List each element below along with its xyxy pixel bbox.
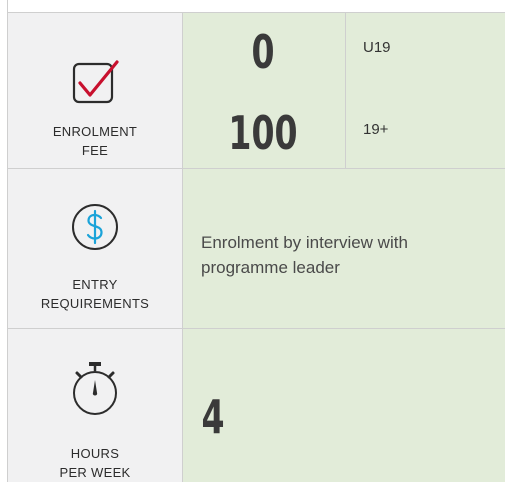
entry-requirements-value-cell: Enrolment by interview with programme le… bbox=[183, 169, 505, 328]
enrolment-fee-label: ENROLMENT FEE bbox=[8, 122, 182, 160]
fee-amount-u19: 0 bbox=[251, 25, 275, 79]
fee-amount-19plus: 100 bbox=[228, 106, 298, 160]
enrolment-fee-label-line1: ENROLMENT bbox=[52, 124, 138, 139]
stopwatch-icon bbox=[69, 361, 121, 422]
hours-per-week-value-cell: 4 bbox=[183, 329, 505, 482]
dollar-circle-icon bbox=[70, 202, 120, 257]
entry-requirements-label-line2: REQUIREMENTS bbox=[40, 296, 150, 311]
entry-requirements-label: ENTRY REQUIREMENTS bbox=[8, 275, 182, 313]
entry-requirements-label-line1: ENTRY bbox=[72, 277, 118, 292]
hours-per-week-label-line1: HOURS bbox=[70, 446, 120, 461]
fee-group-19plus: 19+ bbox=[363, 121, 389, 138]
enrolment-fee-label-line2: FEE bbox=[81, 143, 109, 158]
checkbox-check-icon bbox=[70, 57, 120, 112]
hours-per-week-label: HOURS PER WEEK bbox=[8, 444, 182, 482]
hours-per-week-row: HOURS PER WEEK 4 bbox=[8, 329, 505, 482]
course-info-card: ENROLMENT FEE 0 100 U19 19+ ENTRY REQUIR… bbox=[7, 0, 505, 482]
entry-requirements-row: ENTRY REQUIREMENTS Enrolment by intervie… bbox=[8, 169, 505, 329]
entry-requirements-description: Enrolment by interview with programme le… bbox=[201, 233, 408, 277]
hours-per-week-label-line2: PER WEEK bbox=[59, 465, 131, 480]
fee-column-divider bbox=[345, 13, 346, 168]
enrolment-fee-row: ENROLMENT FEE 0 100 U19 19+ bbox=[8, 12, 505, 169]
enrolment-fee-label-cell: ENROLMENT FEE bbox=[8, 13, 183, 168]
enrolment-fee-value-cell: 0 100 U19 19+ bbox=[183, 13, 505, 168]
hours-per-week-value: 4 bbox=[201, 390, 225, 444]
fee-group-u19: U19 bbox=[363, 39, 391, 56]
entry-requirements-label-cell: ENTRY REQUIREMENTS bbox=[8, 169, 183, 328]
hours-per-week-label-cell: HOURS PER WEEK bbox=[8, 329, 183, 482]
